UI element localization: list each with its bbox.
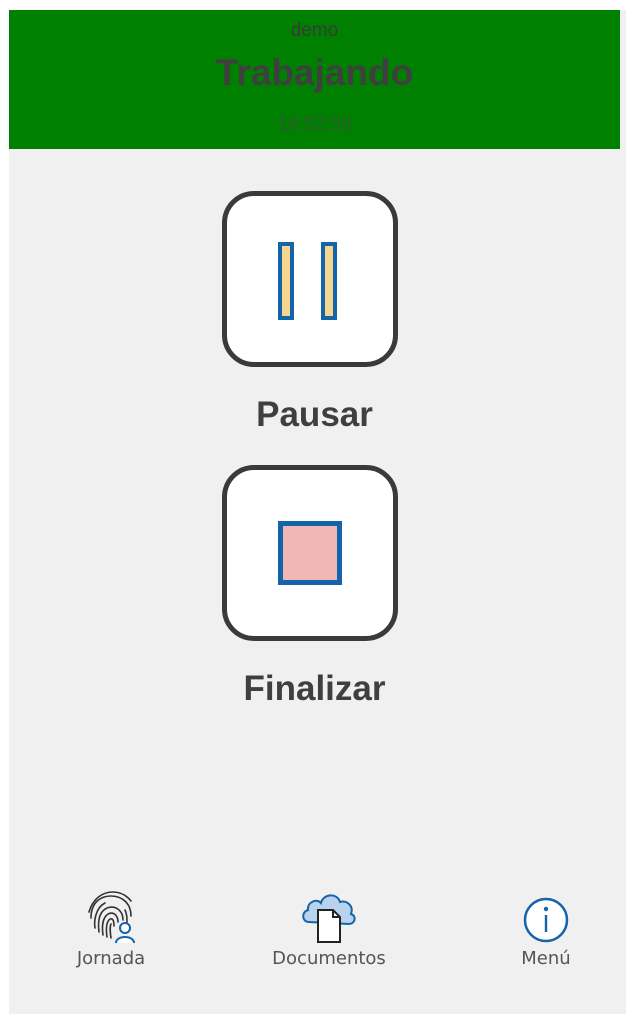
bottom-navbar: Jornada Documentos Menú [9, 888, 626, 978]
user-name: demo [290, 20, 339, 41]
elapsed-clock: 18:52:58 [277, 114, 352, 135]
pause-button[interactable] [222, 191, 398, 367]
nav-item-menu[interactable]: Menú [471, 888, 621, 969]
finish-button[interactable] [222, 465, 398, 641]
pause-label: Pausar [256, 395, 373, 434]
nav-label-documentos: Documentos [272, 948, 386, 969]
nav-item-documentos[interactable]: Documentos [254, 888, 404, 969]
work-status: Trabajando [215, 52, 414, 93]
nav-item-jornada[interactable]: Jornada [36, 888, 186, 969]
finish-action: Finalizar [9, 465, 620, 715]
finish-label: Finalizar [243, 669, 386, 708]
nav-label-menu: Menú [521, 948, 571, 969]
fingerprint-user-icon [88, 891, 135, 944]
nav-label-jornada: Jornada [76, 948, 146, 969]
app-screen: demo Trabajando 18:52:58 Pausar Finaliza… [9, 10, 626, 1014]
stop-icon [278, 521, 342, 585]
pause-action: Pausar [9, 191, 620, 441]
status-header: demo Trabajando 18:52:58 [9, 10, 620, 149]
cloud-document-icon [302, 894, 356, 943]
info-icon [523, 897, 569, 943]
